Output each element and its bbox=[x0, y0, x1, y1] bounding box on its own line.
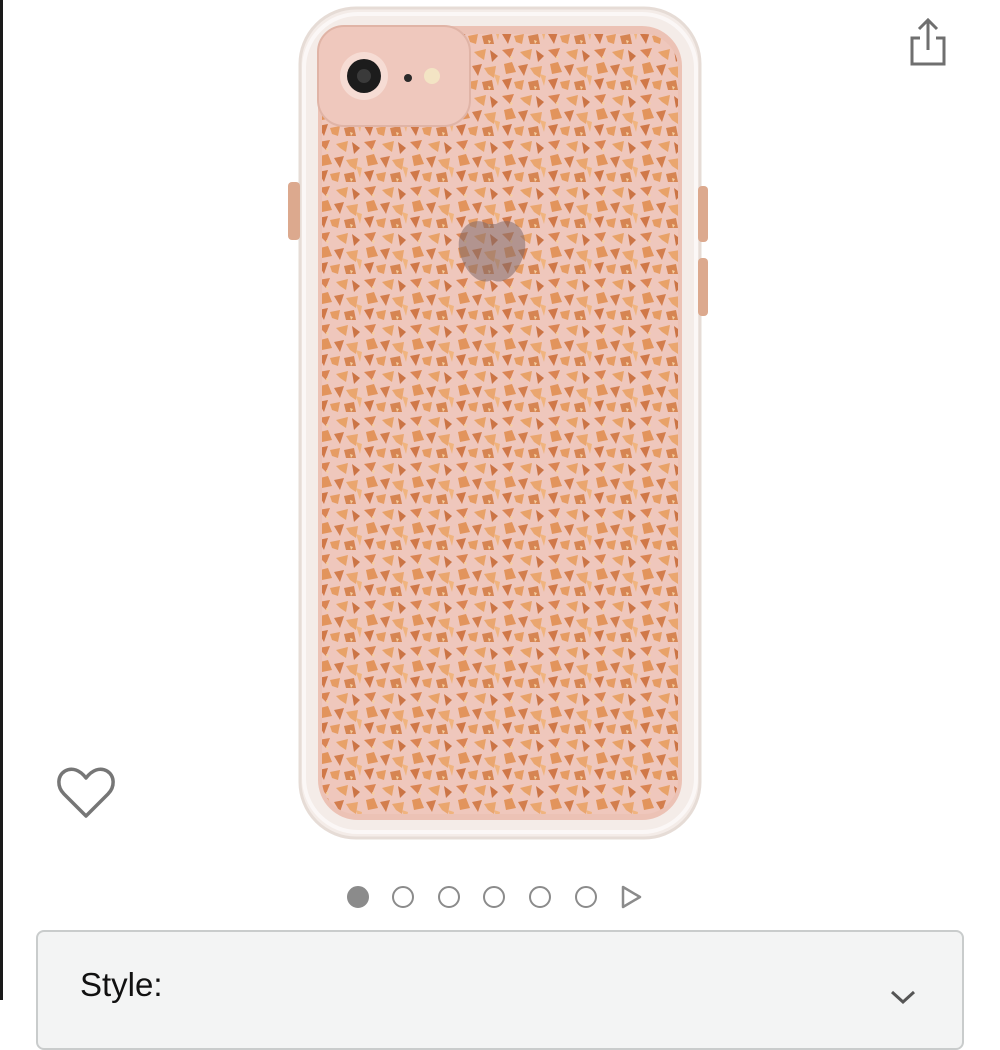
product-image[interactable] bbox=[270, 0, 730, 850]
chevron-down-icon bbox=[890, 990, 916, 1004]
share-button[interactable] bbox=[900, 12, 956, 68]
carousel-dot-6[interactable] bbox=[575, 886, 597, 908]
style-selector[interactable]: Style: bbox=[36, 930, 964, 1050]
image-carousel-indicator[interactable] bbox=[344, 882, 654, 912]
play-triangle-icon[interactable] bbox=[619, 885, 643, 909]
share-icon bbox=[910, 17, 946, 66]
left-edge-divider bbox=[0, 0, 3, 1000]
carousel-dot-4[interactable] bbox=[483, 886, 505, 908]
carousel-dot-1[interactable] bbox=[347, 886, 369, 908]
carousel-dot-3[interactable] bbox=[438, 886, 460, 908]
carousel-dot-2[interactable] bbox=[392, 886, 414, 908]
carousel-dot-5[interactable] bbox=[529, 886, 551, 908]
wishlist-button[interactable] bbox=[54, 762, 118, 826]
heart-outline-icon bbox=[57, 767, 115, 818]
style-label: Style: bbox=[80, 966, 163, 1003]
phone-case-image bbox=[288, 6, 708, 840]
